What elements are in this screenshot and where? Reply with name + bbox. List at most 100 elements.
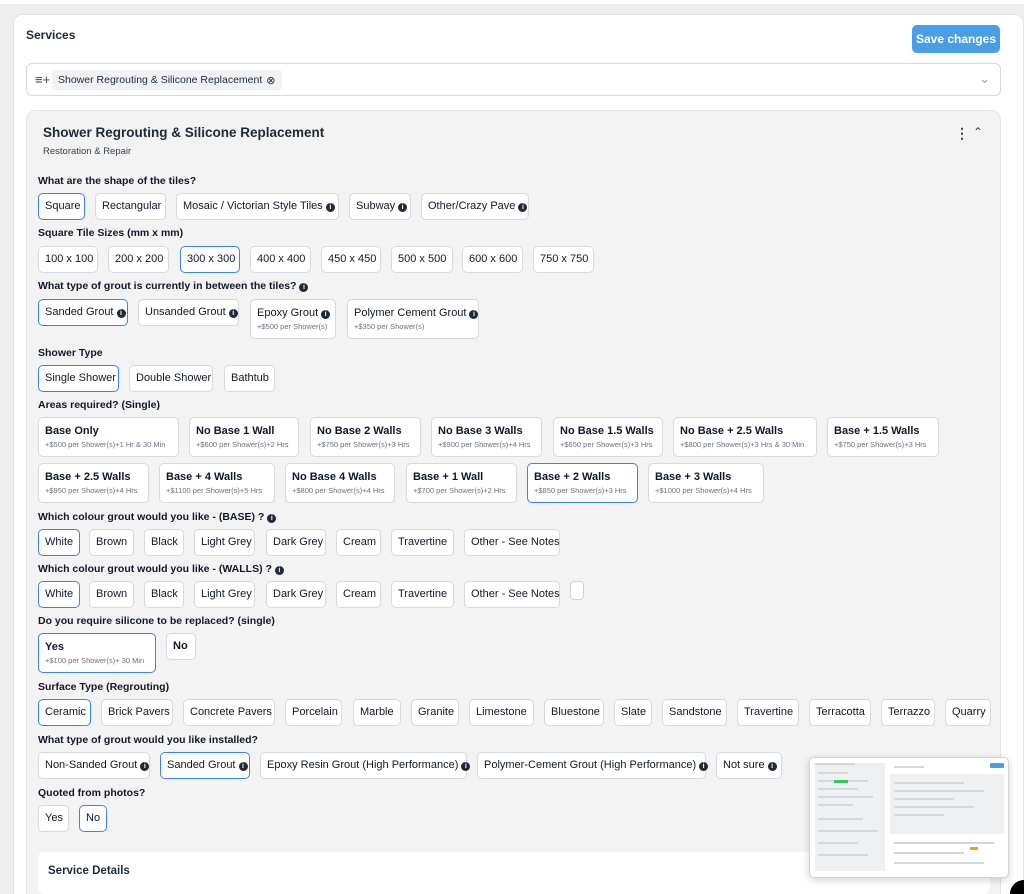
option-area[interactable]: Base + 2.5 Walls +$950 per Shower(s)+4 Hr… (38, 463, 149, 503)
service-selector[interactable]: ≡+ Shower Regrouting & Silicone Replacem… (26, 63, 1001, 96)
option-surface[interactable]: Travertine (737, 699, 799, 726)
option-colour-base[interactable]: White (38, 529, 80, 556)
option-tile-shape[interactable]: Rectangular (95, 193, 166, 220)
info-circle-icon: i (140, 762, 150, 771)
option-surface[interactable]: Granite (411, 699, 459, 726)
option-colour-walls[interactable]: Light Grey (194, 581, 255, 608)
option-area[interactable]: Base + 1.5 Walls +$750 per Shower(s)+3 Hr… (827, 417, 939, 457)
option-surface[interactable]: Brick Pavers (101, 699, 173, 726)
option-colour-walls[interactable]: Brown (89, 581, 134, 608)
option-colour-base[interactable]: Cream (336, 529, 381, 556)
option-tile-size[interactable]: 750 x 750 (533, 246, 594, 273)
option-area[interactable]: No Base + 2.5 Walls +$800 per Shower(s)+3… (673, 417, 817, 457)
option-area[interactable]: Base + 4 Walls +$1100 per Shower(s)+5 Hrs (159, 463, 275, 503)
option-surface[interactable]: Terracotta (809, 699, 871, 726)
question-tile-shape: What are the shape of the tiles? (38, 175, 197, 187)
info-circle-icon: i (274, 566, 284, 575)
option-surface[interactable]: Porcelain (285, 699, 342, 726)
option-colour-base[interactable]: Other - See Notes (464, 529, 560, 556)
option-colour-walls[interactable]: Travertine (391, 581, 454, 608)
question-current-grout: What type of grout is currently in betwe… (38, 280, 309, 292)
option-colour-walls[interactable]: Other - See Notes (464, 581, 560, 608)
option-colour-walls[interactable]: Black (144, 581, 184, 608)
list-add-icon: ≡+ (35, 72, 51, 87)
option-surface[interactable]: Ceramic (38, 699, 91, 726)
option-photos[interactable]: No (79, 805, 107, 832)
option-silicone[interactable]: Yes +$100 per Shower(s)+ 30 Min (38, 633, 156, 673)
info-circle-icon: i (299, 283, 309, 292)
option-colour-walls[interactable]: White (38, 581, 80, 608)
option-colour-base[interactable]: Dark Grey (266, 529, 326, 556)
question-install-grout: What type of grout would you like instal… (38, 734, 258, 746)
option-install-grout[interactable]: Sanded Grout i (160, 752, 250, 779)
chevron-up-icon[interactable]: ⌃ (973, 125, 983, 139)
option-colour-base[interactable]: Travertine (391, 529, 454, 556)
option-area[interactable]: No Base 1 Wall +$600 per Shower(s)+2 Hrs (189, 417, 299, 457)
info-circle-icon: i (461, 762, 471, 771)
option-area[interactable]: No Base 2 Walls +$750 per Shower(s)+3 Hrs (310, 417, 421, 457)
option-install-grout[interactable]: Not sure i (716, 752, 782, 779)
option-tile-shape[interactable]: Other/Crazy Pave i (421, 193, 529, 220)
question-colour-walls: Which colour grout would you like - (WAL… (38, 563, 284, 575)
save-button[interactable]: Save changes (912, 25, 1000, 53)
option-install-grout[interactable]: Non-Sanded Grout i (38, 752, 150, 779)
option-surface[interactable]: Marble (353, 699, 401, 726)
option-photos[interactable]: Yes (38, 805, 69, 832)
circle-x-icon[interactable]: ⊗ (266, 74, 275, 87)
option-surface[interactable]: Slate (614, 699, 652, 726)
option-colour-walls[interactable]: Dark Grey (266, 581, 326, 608)
info-circle-icon: i (469, 310, 479, 319)
option-tile-size[interactable]: 300 x 300 (180, 246, 240, 273)
option-current-grout[interactable]: Sanded Grout i (38, 299, 128, 326)
option-tile-size[interactable]: 100 x 100 (38, 246, 98, 273)
option-shower-type[interactable]: Bathtub (224, 365, 275, 392)
option-current-grout[interactable]: Polymer Cement Grout i +$350 per Shower(s) (347, 299, 479, 339)
option-tile-shape[interactable]: Square (38, 193, 85, 220)
option-current-grout[interactable]: Unsanded Grout i (138, 299, 239, 326)
option-area[interactable]: Base + 3 Walls +$1000 per Shower(s)+4 Hrs (648, 463, 764, 503)
option-colour-base[interactable]: Brown (89, 529, 134, 556)
question-shower-type: Shower Type (38, 347, 103, 359)
option-area[interactable]: No Base 3 Walls +$900 per Shower(s)+4 Hrs (431, 417, 542, 457)
question-areas: Areas required? (Single) (38, 399, 160, 411)
option-tile-shape[interactable]: Subway i (349, 193, 411, 220)
option-shower-type[interactable]: Double Shower (129, 365, 213, 392)
option-area[interactable]: No Base 4 Walls +$800 per Shower(s)+4 Hrs (285, 463, 395, 503)
chevron-down-icon[interactable]: ⌄ (979, 71, 990, 87)
info-circle-icon: i (228, 309, 238, 318)
option-silicone[interactable]: No (166, 633, 196, 660)
option-surface[interactable]: Bluestone (544, 699, 604, 726)
option-install-grout[interactable]: Polymer-Cement Grout (High Performance) i (477, 752, 709, 779)
option-colour-base[interactable]: Light Grey (194, 529, 255, 556)
option-surface[interactable]: Terrazzo (881, 699, 935, 726)
option-tile-shape[interactable]: Mosaic / Victorian Style Tiles i (176, 193, 339, 220)
info-circle-icon: i (398, 203, 408, 212)
info-circle-icon: i (699, 762, 709, 771)
option-area[interactable]: Base + 2 Walls +$850 per Shower(s)+3 Hrs (527, 463, 638, 503)
service-title: Shower Regrouting & Silicone Replacement (43, 125, 325, 140)
option-shower-type[interactable]: Single Shower (38, 365, 119, 392)
option-surface[interactable]: Sandstone (662, 699, 727, 726)
option-tile-size[interactable]: 400 x 400 (250, 246, 311, 273)
option-current-grout[interactable]: Epoxy Grout i +$500 per Shower(s) (250, 299, 336, 339)
option-area[interactable]: Base Only +$500 per Shower(s)+1 Hr & 30 M… (38, 417, 179, 457)
top-strip (0, 0, 1024, 4)
option-area[interactable]: Base + 1 Wall +$700 per Shower(s)+2 Hrs (406, 463, 517, 503)
info-circle-icon: i (767, 762, 777, 771)
page-preview-thumbnail[interactable] (809, 757, 1009, 878)
option-colour-walls[interactable]: Cream (336, 581, 381, 608)
option-tile-size[interactable]: 600 x 600 (462, 246, 523, 273)
option-surface[interactable]: Concrete Pavers (183, 699, 275, 726)
option-surface[interactable]: Limestone (469, 699, 534, 726)
option-tile-size[interactable]: 500 x 500 (391, 246, 453, 273)
option-install-grout[interactable]: Epoxy Resin Grout (High Performance) i (260, 752, 471, 779)
option-tile-size[interactable]: 450 x 450 (321, 246, 381, 273)
option-surface[interactable]: Quarry (945, 699, 991, 726)
option-colour-base[interactable]: Black (144, 529, 184, 556)
question-colour-base: Which colour grout would you like - (BAS… (38, 511, 277, 523)
option-area[interactable]: No Base 1.5 Walls +$650 per Shower(s)+3 H… (553, 417, 663, 457)
option-tile-size[interactable]: 200 x 200 (108, 246, 169, 273)
service-category: Restoration & Repair (43, 146, 132, 157)
extra-checkbox[interactable] (570, 581, 584, 600)
vertical-dots-icon[interactable]: ⋮ (955, 125, 969, 142)
